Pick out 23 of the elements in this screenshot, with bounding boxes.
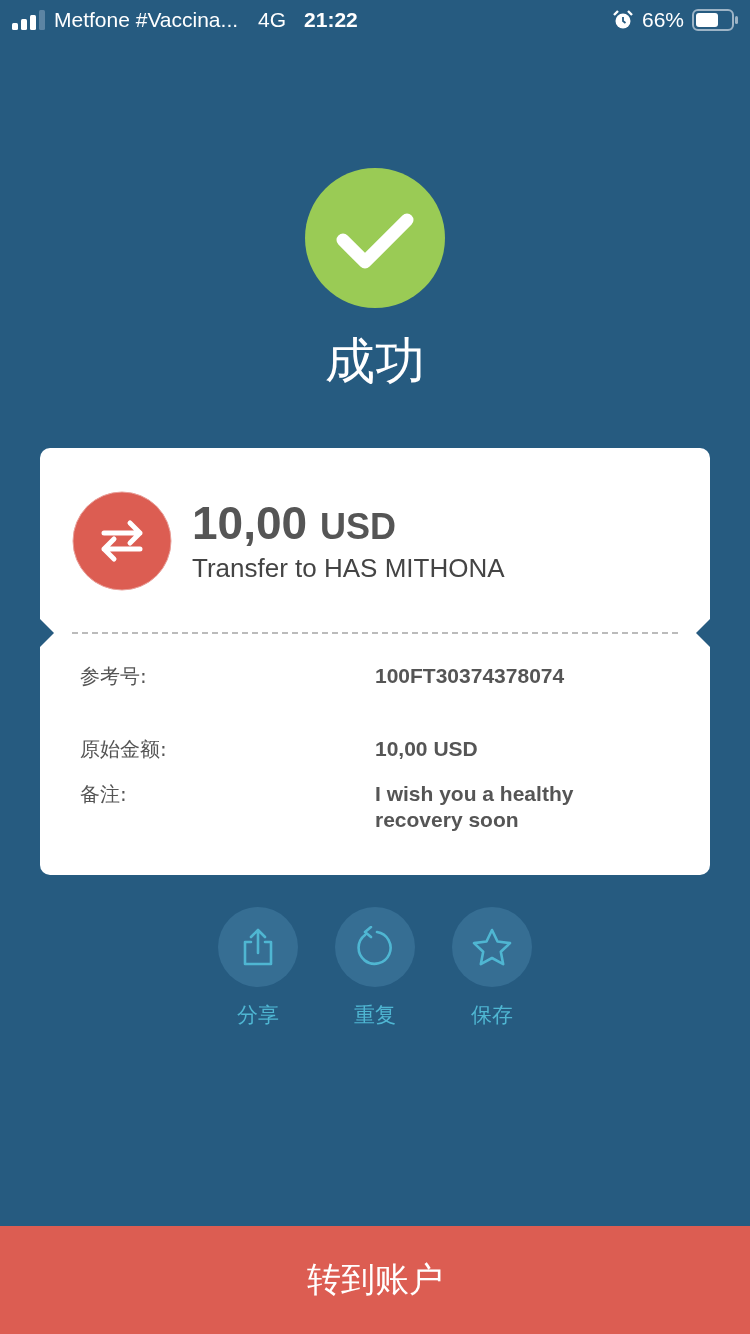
- transfer-amount: 10,00 USD: [192, 497, 397, 551]
- battery-percent: 66%: [641, 8, 684, 32]
- battery-icon: [692, 9, 738, 31]
- success-check-icon: [305, 168, 445, 308]
- go-to-account-button[interactable]: 转到账户: [0, 1226, 750, 1334]
- carrier-name: Metfone #Vaccina...: [54, 8, 239, 32]
- detail-label: 原始金额:: [80, 736, 168, 763]
- detail-label: 参考号:: [80, 663, 148, 690]
- detail-label: 备注:: [80, 781, 128, 808]
- detail-value: 100FT30374378074: [375, 663, 566, 689]
- status-title: 成功: [325, 331, 425, 392]
- transfer-description: Transfer to HAS MITHONA: [192, 553, 505, 584]
- transfer-icon: [72, 490, 172, 591]
- network-type: 4G: [258, 8, 287, 32]
- ticket-notch: [696, 619, 710, 647]
- detail-value: I wish you a healthy recovery soon: [375, 781, 575, 833]
- status-time: 21:22: [304, 8, 358, 32]
- star-icon: [471, 927, 513, 967]
- alarm-clock-icon: [611, 9, 634, 31]
- refresh-icon: [355, 926, 395, 968]
- ticket-notch: [40, 619, 54, 647]
- signal-icon: [12, 10, 46, 30]
- detail-value: 10,00 USD: [375, 736, 479, 762]
